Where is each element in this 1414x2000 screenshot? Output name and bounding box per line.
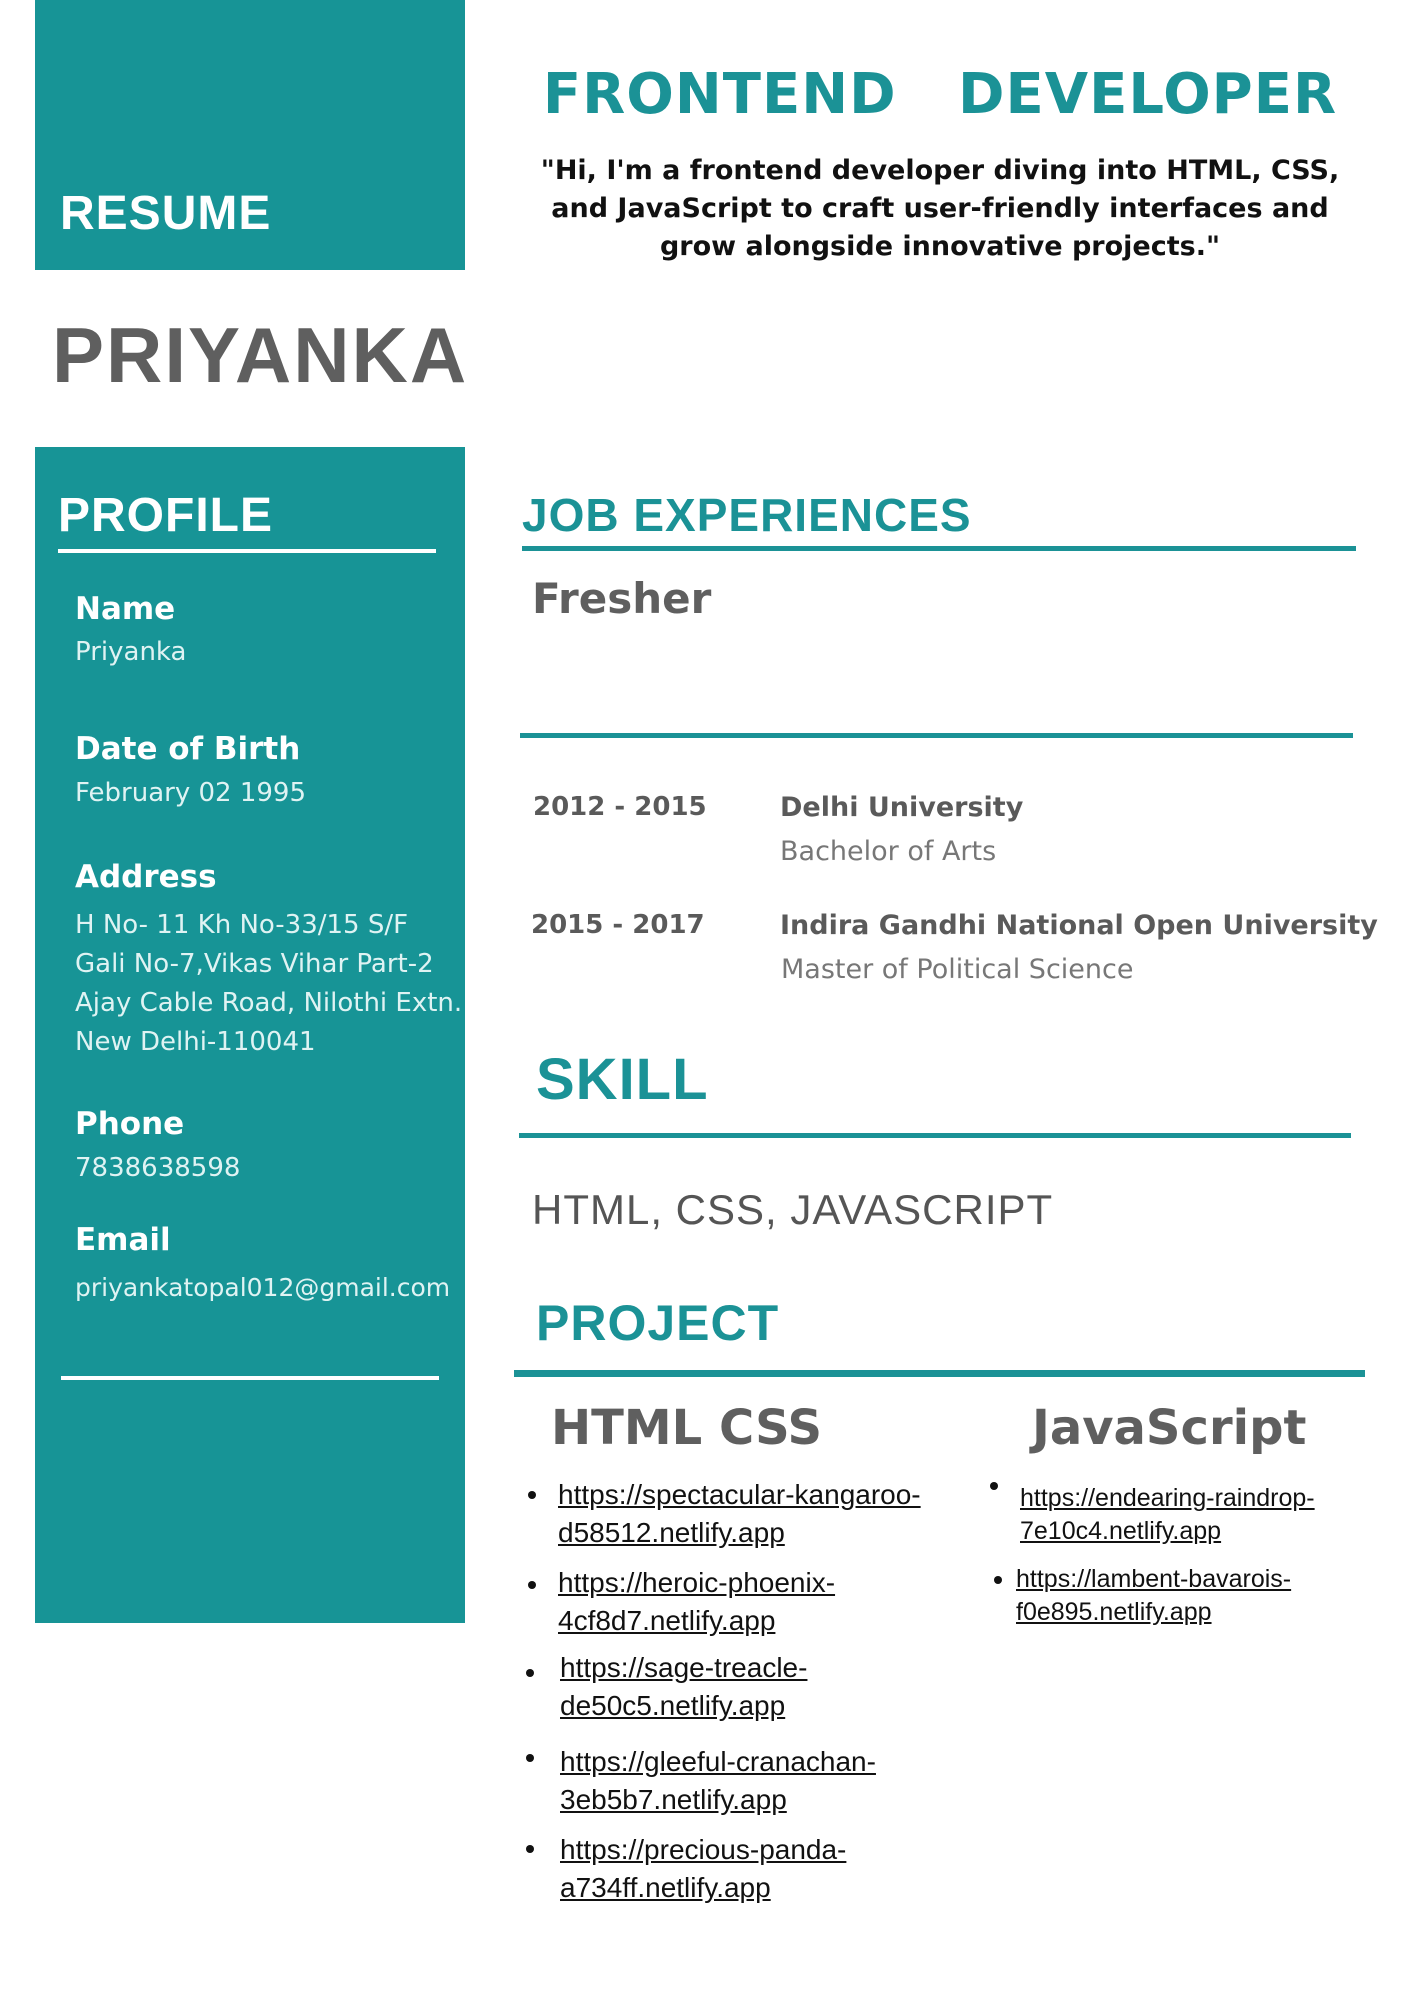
skill-divider [519,1133,1351,1138]
address-line: H No- 11 Kh No-33/15 S/F [75,910,409,940]
education-degree: Master of Political Science [781,954,1134,985]
summary-quote: "Hi, I'm a frontend developer diving int… [540,155,1340,262]
job-title: FRONTEND DEVELOPER [542,62,1338,127]
email-label: Email [75,1222,171,1258]
education-institution: Indira Gandhi National Open University [780,910,1378,941]
bullet-icon [994,1576,1002,1584]
experience-status: Fresher [532,574,712,623]
project-heading: PROJECT [536,1295,780,1351]
list-item: https://endearing-raindrop- 7e10c4.netli… [990,1482,1315,1548]
education-degree: Bachelor of Arts [780,836,997,867]
address-line: Gali No-7,Vikas Vihar Part-2 [75,949,434,979]
list-item: https://precious-panda- a734ff.netlify.a… [526,1831,846,1907]
list-item: https://heroic-phoenix- 4cf8d7.netlify.a… [528,1564,835,1640]
candidate-name: PRIYANKA [52,311,469,399]
address-value: H No- 11 Kh No-33/15 S/F Gali No-7,Vikas… [75,906,463,1062]
bullet-icon [526,1669,534,1677]
phone-value: 7838638598 [75,1153,241,1183]
project-link[interactable]: https://lambent-bavarois- f0e895.netlify… [1016,1563,1291,1629]
education-years: 2015 - 2017 [531,910,705,940]
dob-label: Date of Birth [75,731,301,767]
javascript-projects-title: JavaScript [1032,1400,1307,1456]
phone-label: Phone [75,1106,185,1142]
list-item: https://spectacular-kangaroo- d58512.net… [528,1476,921,1552]
profile-heading: PROFILE [58,489,274,542]
education-years: 2012 - 2015 [533,792,707,822]
project-link[interactable]: https://heroic-phoenix- 4cf8d7.netlify.a… [558,1564,835,1640]
skill-heading: SKILL [536,1047,709,1112]
html-css-projects-title: HTML CSS [551,1400,823,1456]
profile-divider-bottom [61,1376,439,1380]
bullet-icon [990,1482,998,1490]
skill-list: HTML, CSS, JAVASCRIPT [532,1186,1054,1233]
dob-value: February 02 1995 [75,778,306,808]
job-experiences-divider [522,546,1356,551]
bullet-icon [528,1491,536,1499]
project-link[interactable]: https://gleeful-cranachan- 3eb5b7.netlif… [560,1743,876,1819]
project-link[interactable]: https://spectacular-kangaroo- d58512.net… [558,1476,921,1552]
job-experiences-heading: JOB EXPERIENCES [522,489,972,541]
project-link[interactable]: https://precious-panda- a734ff.netlify.a… [560,1831,846,1907]
address-line: Ajay Cable Road, Nilothi Extn. [75,988,463,1018]
email-value: priyankatopal012@gmail.com [75,1273,451,1302]
project-link[interactable]: https://endearing-raindrop- 7e10c4.netli… [1020,1482,1315,1548]
bullet-icon [528,1581,536,1589]
project-link[interactable]: https://sage-treacle- de50c5.netlify.app [560,1649,807,1725]
address-label: Address [75,859,217,895]
address-line: New Delhi-110041 [75,1027,316,1057]
name-value: Priyanka [75,637,187,667]
list-item: https://sage-treacle- de50c5.netlify.app [526,1649,807,1725]
profile-divider-top [58,549,436,553]
name-label: Name [75,591,176,627]
bullet-icon [526,1845,534,1853]
education-institution: Delhi University [780,792,1024,823]
list-item: https://lambent-bavarois- f0e895.netlify… [994,1563,1291,1629]
list-item: https://gleeful-cranachan- 3eb5b7.netlif… [526,1743,876,1819]
resume-label: RESUME [60,187,272,240]
bullet-icon [526,1754,534,1762]
education-divider [520,733,1353,738]
project-divider [514,1370,1365,1377]
